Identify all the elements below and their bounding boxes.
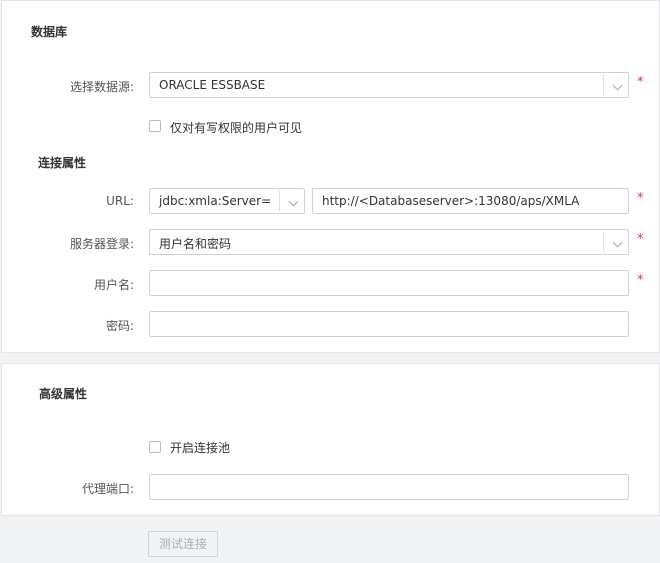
required-mark: * bbox=[637, 232, 644, 247]
datasource-label: 选择数据源: bbox=[69, 80, 134, 94]
login-value: 用户名和密码 bbox=[159, 237, 232, 251]
connection-title: 连接属性 bbox=[38, 156, 87, 170]
url-prefix-select[interactable]: jdbc:xmla:Server= bbox=[149, 188, 305, 214]
connection-pool-checkbox[interactable] bbox=[149, 441, 161, 453]
proxy-port-label: 代理端口: bbox=[81, 482, 134, 496]
required-mark: * bbox=[637, 191, 644, 206]
required-mark: * bbox=[637, 273, 644, 288]
select-divider bbox=[279, 191, 280, 211]
chevron-down-icon[interactable] bbox=[612, 237, 623, 248]
password-label: 密码: bbox=[105, 319, 134, 333]
login-select[interactable]: 用户名和密码 bbox=[149, 229, 629, 255]
select-divider bbox=[603, 232, 604, 252]
chevron-down-icon[interactable] bbox=[288, 196, 299, 207]
test-connection-button[interactable]: 测试连接 bbox=[148, 531, 218, 557]
password-input[interactable] bbox=[149, 311, 629, 337]
datasource-select[interactable]: ORACLE ESSBASE bbox=[149, 72, 629, 98]
chevron-down-icon[interactable] bbox=[612, 80, 623, 91]
required-mark: * bbox=[637, 75, 644, 90]
username-input[interactable] bbox=[149, 270, 629, 296]
advanced-title: 高级属性 bbox=[39, 387, 88, 401]
url-prefix-value: jdbc:xmla:Server= bbox=[159, 194, 272, 208]
username-label: 用户名: bbox=[93, 278, 134, 292]
write-only-checkbox[interactable] bbox=[149, 120, 161, 132]
datasource-value: ORACLE ESSBASE bbox=[159, 78, 266, 92]
database-panel bbox=[1, 0, 660, 353]
login-label: 服务器登录: bbox=[69, 237, 134, 251]
database-title: 数据库 bbox=[31, 25, 68, 39]
url-input[interactable]: http://<Databaseserver>:13080/aps/XMLA bbox=[312, 188, 629, 214]
url-value: http://<Databaseserver>:13080/aps/XMLA bbox=[322, 194, 580, 208]
connection-pool-label: 开启连接池 bbox=[170, 441, 231, 455]
select-divider bbox=[603, 75, 604, 95]
proxy-port-input[interactable] bbox=[149, 474, 629, 500]
url-label: URL: bbox=[106, 194, 134, 208]
write-only-label: 仅对有写权限的用户可见 bbox=[170, 121, 303, 135]
